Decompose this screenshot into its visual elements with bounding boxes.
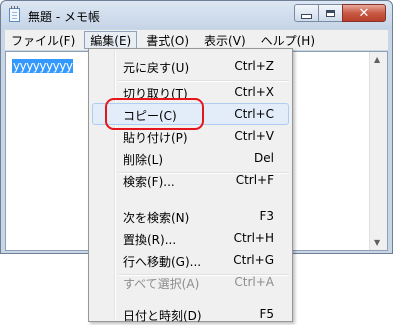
menu-item-shortcut: Ctrl+F <box>235 173 274 187</box>
menu-item-goto[interactable]: 行へ移動(G)... Ctrl+G <box>92 249 289 271</box>
menu-item-shortcut: Ctrl+H <box>233 231 274 245</box>
menu-item-shortcut: Ctrl+Z <box>234 59 274 73</box>
menu-item-label: 行へ移動(G)... <box>123 255 202 269</box>
menu-item-shortcut: Ctrl+C <box>234 107 274 121</box>
menu-item-find[interactable]: 検索(F)... Ctrl+F <box>92 169 289 191</box>
scroll-up-icon[interactable]: ▲ <box>374 55 380 64</box>
vertical-scrollbar[interactable]: ▲ ▼ <box>369 52 387 250</box>
menu-item-shortcut: Del <box>254 151 274 165</box>
menu-item-shortcut: F5 <box>259 307 274 321</box>
menu-item-find-next[interactable]: 次を検索(N) F3 <box>92 205 289 227</box>
close-button[interactable]: ✕ <box>342 4 386 22</box>
menu-item-label: 日付と時刻(D) <box>123 309 202 323</box>
minimize-icon <box>301 13 312 19</box>
menu-item-label: 削除(L) <box>123 153 164 167</box>
annotation-highlight-ring <box>105 98 204 130</box>
caption-buttons: ✕ <box>294 4 386 22</box>
minimize-button[interactable] <box>294 4 319 22</box>
menu-help[interactable]: ヘルプ(H) <box>255 31 321 49</box>
scroll-down-icon[interactable]: ▼ <box>374 238 380 247</box>
menu-item-label: 貼り付け(P) <box>123 131 188 145</box>
menu-item-shortcut: Ctrl+A <box>234 275 274 289</box>
edit-menu-dropdown: 元に戻す(U) Ctrl+Z 切り取り(T) Ctrl+X コピー(C) Ctrl+C 貼り… <box>88 48 293 323</box>
menu-item-undo[interactable]: 元に戻す(U) Ctrl+Z <box>92 55 289 77</box>
window-title: 無題 - メモ帳 <box>28 10 100 24</box>
menu-item-label: 置換(R)... <box>123 233 177 247</box>
title-bar[interactable]: 無題 - メモ帳 ✕ <box>1 1 392 29</box>
menu-item-select-all: すべて選択(A) Ctrl+A <box>92 271 289 293</box>
selected-text[interactable]: yyyyyyyyy <box>12 59 74 73</box>
menu-view[interactable]: 表示(V) <box>198 31 252 49</box>
menu-item-delete[interactable]: 削除(L) Del <box>92 147 289 169</box>
menu-item-shortcut: Ctrl+X <box>234 85 274 99</box>
menu-format[interactable]: 書式(O) <box>140 31 195 49</box>
menu-item-label: すべて選択(A) <box>123 277 200 291</box>
menu-item-shortcut: Ctrl+V <box>234 129 274 143</box>
menu-item-label: 検索(F)... <box>123 175 175 189</box>
menu-item-shortcut: F3 <box>259 209 274 223</box>
maximize-icon <box>326 9 335 17</box>
maximize-button[interactable] <box>318 4 343 22</box>
close-icon: ✕ <box>358 5 370 21</box>
menu-item-shortcut: Ctrl+G <box>233 253 274 267</box>
menu-file[interactable]: ファイル(F) <box>5 31 81 49</box>
menu-edit[interactable]: 編集(E) <box>84 31 138 49</box>
menu-item-label: 次を検索(N) <box>123 211 190 225</box>
menu-item-replace[interactable]: 置換(R)... Ctrl+H <box>92 227 289 249</box>
menu-bar: ファイル(F) 編集(E) 書式(O) 表示(V) ヘルプ(H) <box>5 30 388 50</box>
notepad-icon <box>9 6 20 22</box>
menu-item-label: 元に戻す(U) <box>123 61 190 75</box>
